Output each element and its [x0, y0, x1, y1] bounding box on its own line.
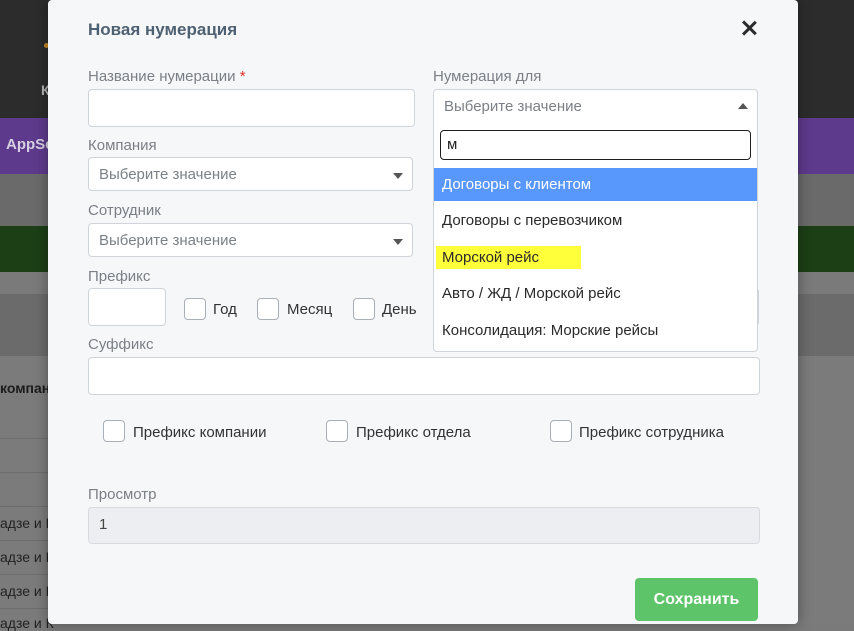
- suffix-label: Суффикс: [88, 336, 154, 353]
- suffix-input[interactable]: [88, 357, 760, 395]
- dropdown-option-label: Консолидация: Морские рейсы: [442, 322, 659, 339]
- table-cell: адзе и К: [0, 549, 54, 565]
- dropdown-option[interactable]: Договоры с перевозчиком: [434, 204, 757, 237]
- dropdown-option-label: Авто / ЖД / Морской рейс: [442, 285, 621, 302]
- save-button[interactable]: Сохранить: [635, 578, 758, 621]
- year-label: Год: [213, 301, 237, 318]
- chevron-down-icon: [393, 173, 403, 179]
- chevron-down-icon: [393, 239, 403, 245]
- table-row: [0, 540, 52, 541]
- prefix-input[interactable]: [88, 288, 166, 326]
- name-label: Название нумерации *: [88, 68, 246, 85]
- employee-select-value: Выберите значение: [99, 232, 237, 249]
- department-prefix-label: Префикс отдела: [356, 424, 471, 441]
- close-icon[interactable]: [740, 18, 758, 38]
- numbering-for-dropdown: м Договоры с клиентом Договоры с перевоз…: [433, 123, 758, 352]
- dropdown-option[interactable]: Консолидация: Морские рейсы: [434, 314, 757, 347]
- year-checkbox[interactable]: [184, 298, 206, 320]
- numbering-for-label: Нумерация для: [433, 68, 542, 85]
- preview-label: Просмотр: [88, 486, 157, 503]
- dropdown-option[interactable]: Морской рейс: [434, 241, 757, 274]
- background-brand: AppSe: [6, 136, 54, 153]
- prefix-label: Префикс: [88, 268, 151, 285]
- table-row: [0, 438, 52, 439]
- background-table-header: компан: [0, 380, 51, 396]
- name-label-text: Название нумерации: [88, 68, 236, 85]
- company-prefix-checkbox[interactable]: [103, 420, 125, 442]
- company-select-value: Выберите значение: [99, 166, 237, 183]
- employee-select[interactable]: Выберите значение: [88, 223, 413, 257]
- table-cell: адзе и К: [0, 615, 54, 631]
- numbering-for-select[interactable]: Выберите значение: [433, 89, 758, 124]
- table-cell: адзе и К: [0, 515, 54, 531]
- company-select[interactable]: Выберите значение: [88, 157, 413, 191]
- numbering-for-select-value: Выберите значение: [444, 98, 582, 115]
- dropdown-option-label: Договоры с клиентом: [442, 176, 592, 193]
- employee-label: Сотрудник: [88, 202, 161, 219]
- table-row: [0, 608, 52, 609]
- new-numbering-modal: Новая нумерация Название нумерации * Ком…: [48, 0, 798, 624]
- month-label: Месяц: [287, 301, 333, 318]
- dropdown-option[interactable]: Авто / ЖД / Морской рейс: [434, 277, 757, 310]
- department-prefix-checkbox[interactable]: [326, 420, 348, 442]
- day-label: День: [382, 301, 417, 318]
- field-edge: [758, 290, 759, 324]
- dropdown-option-label: Договоры с перевозчиком: [442, 212, 623, 229]
- table-row: [0, 506, 52, 507]
- day-checkbox[interactable]: [353, 298, 375, 320]
- chevron-up-icon: [738, 103, 748, 109]
- company-label: Компания: [88, 137, 157, 154]
- preview-field: 1: [88, 507, 760, 544]
- required-marker: *: [239, 68, 246, 85]
- dropdown-option[interactable]: Договоры с клиентом: [434, 168, 757, 201]
- employee-prefix-checkbox[interactable]: [550, 420, 572, 442]
- dropdown-search-input[interactable]: м: [440, 130, 751, 160]
- employee-prefix-label: Префикс сотрудника: [579, 424, 724, 441]
- company-prefix-label: Префикс компании: [133, 424, 267, 441]
- dropdown-option-label-highlighted: Морской рейс: [436, 246, 582, 269]
- modal-title: Новая нумерация: [88, 20, 238, 39]
- name-input[interactable]: [88, 89, 415, 127]
- table-row: [0, 472, 52, 473]
- table-row: [0, 574, 52, 575]
- month-checkbox[interactable]: [257, 298, 279, 320]
- table-cell: адзе и К: [0, 583, 54, 599]
